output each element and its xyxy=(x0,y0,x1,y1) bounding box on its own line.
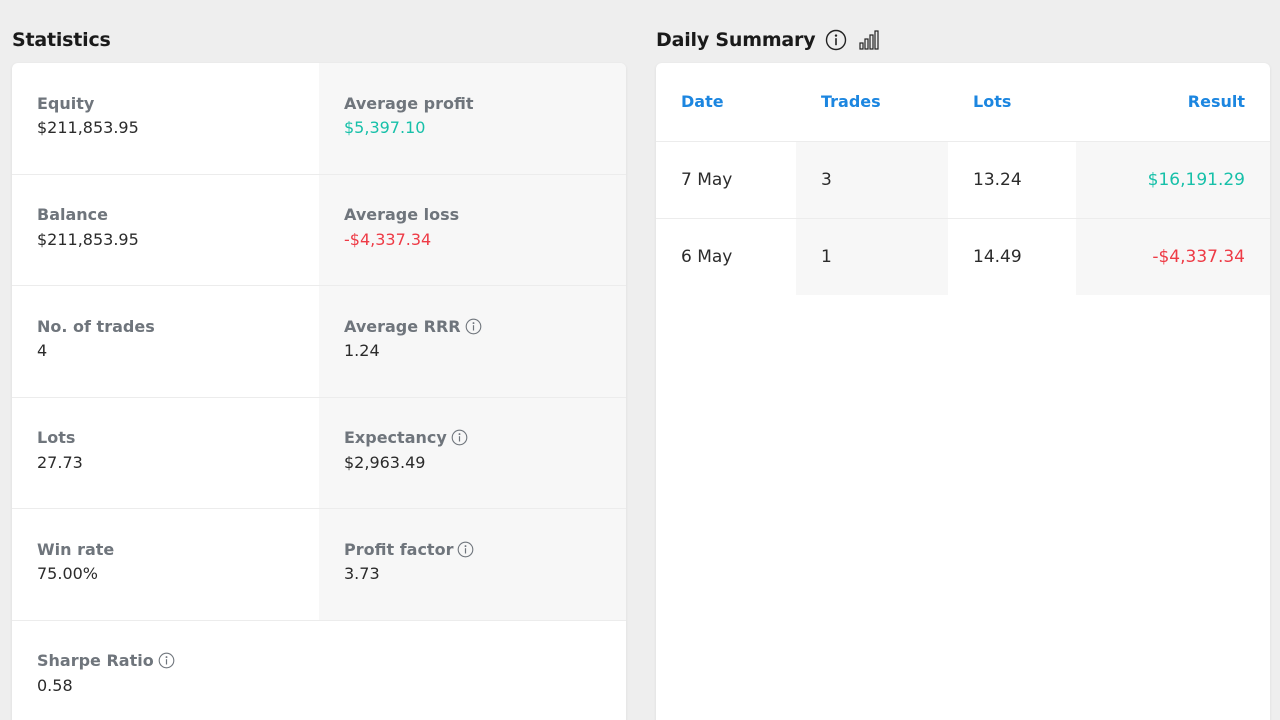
stat-average-profit: Average profit $5,397.10 xyxy=(319,63,626,175)
stat-value: -$4,337.34 xyxy=(344,229,432,249)
table-header-row: Date Trades Lots Result xyxy=(656,63,1270,142)
stat-label: Sharpe Ratio xyxy=(37,650,294,672)
stat-label-text: No. of trades xyxy=(37,316,155,336)
stat-label: Average RRR xyxy=(344,315,601,337)
info-icon[interactable] xyxy=(158,652,175,669)
stat-label: Lots xyxy=(37,427,294,449)
table-row[interactable]: 6 May 1 14.49 -$4,337.34 xyxy=(656,218,1270,295)
cell-result: -$4,337.34 xyxy=(1076,218,1270,295)
stat-label: Expectancy xyxy=(344,427,601,449)
statistics-title: Statistics xyxy=(12,29,111,51)
stat-value: $211,853.95 xyxy=(37,118,139,137)
cell-date: 7 May xyxy=(656,141,796,219)
stat-label-text: Win rate xyxy=(37,539,115,559)
cell-date: 6 May xyxy=(681,246,733,267)
stat-label-text: Profit factor xyxy=(344,539,454,559)
stat-value: $5,397.10 xyxy=(344,118,426,137)
stat-label: Equity xyxy=(37,92,294,114)
stat-balance: Balance $211,853.95 xyxy=(12,175,319,287)
column-header-result[interactable]: Result xyxy=(1076,63,1270,142)
stat-equity: Equity $211,853.95 xyxy=(12,63,319,175)
bar-chart-icon[interactable] xyxy=(857,29,880,51)
stat-no-of-trades: No. of trades 4 xyxy=(12,286,319,398)
stat-label-text: Balance xyxy=(37,205,108,225)
stat-sharpe-ratio: Sharpe Ratio 0.58 xyxy=(12,621,319,720)
stat-value: 27.73 xyxy=(37,452,83,472)
stat-average-rrr: Average RRR 1.24 xyxy=(319,286,626,398)
stat-label: Profit factor xyxy=(344,538,601,560)
stat-value: 3.73 xyxy=(344,564,380,584)
stat-label-text: Average profit xyxy=(344,93,474,113)
stat-win-rate: Win rate 75.00% xyxy=(12,509,319,621)
stat-label: Average loss xyxy=(344,204,601,226)
statistics-card: Equity $211,853.95 Average profit $5,397.10… xyxy=(12,63,626,720)
stat-value: 75.00% xyxy=(37,564,99,584)
stat-value: $2,963.49 xyxy=(344,452,426,472)
cell-lots: 14.49 xyxy=(973,246,1022,267)
stat-label: No. of trades xyxy=(37,315,294,337)
cell-trades: 3 xyxy=(796,141,948,219)
stat-label: Win rate xyxy=(37,538,294,560)
column-header-trades[interactable]: Trades xyxy=(796,63,948,142)
daily-summary-card: Date Trades Lots Result 7 May 3 13.24 $16,1… xyxy=(656,63,1270,720)
stat-label-text: Equity xyxy=(37,93,95,113)
stat-label-text: Lots xyxy=(37,428,76,448)
stat-expectancy: Expectancy $2,963.49 xyxy=(319,397,626,510)
daily-summary-title-text: Daily Summary xyxy=(656,29,816,51)
stat-label: Average profit xyxy=(344,92,601,114)
stat-value: 4 xyxy=(37,341,48,361)
info-icon[interactable] xyxy=(457,541,474,558)
stat-label-text: Average loss xyxy=(344,205,460,225)
stat-profit-factor: Profit factor 3.73 xyxy=(319,509,626,621)
info-icon[interactable] xyxy=(451,429,468,446)
column-header-date[interactable]: Date xyxy=(656,63,796,142)
stat-lots: Lots 27.73 xyxy=(12,398,319,510)
table-row[interactable]: 7 May 3 13.24 $16,191.29 xyxy=(656,141,1270,219)
info-icon[interactable] xyxy=(825,29,847,51)
stat-average-loss: Average loss -$4,337.34 xyxy=(319,174,626,287)
stat-label-text: Average RRR xyxy=(344,316,461,336)
stat-label-text: Expectancy xyxy=(344,428,447,448)
daily-summary-title: Daily Summary xyxy=(656,29,880,51)
info-icon[interactable] xyxy=(465,318,482,335)
cell-lots: 13.24 xyxy=(948,141,1076,219)
statistics-grid: Equity $211,853.95 Average profit $5,397.10… xyxy=(12,63,626,720)
column-header-lots[interactable]: Lots xyxy=(948,63,1076,142)
cell-result: $16,191.29 xyxy=(1076,141,1270,219)
stat-value: 1.24 xyxy=(344,341,380,361)
stat-label-text: Sharpe Ratio xyxy=(37,651,154,671)
stat-value: 0.58 xyxy=(37,675,73,695)
daily-summary-body: 7 May 3 13.24 $16,191.29 6 May 1 14.49 -$4,337.… xyxy=(656,141,1270,295)
stat-value: $211,853.95 xyxy=(37,229,139,249)
statistics-title-text: Statistics xyxy=(12,29,111,51)
cell-trades: 1 xyxy=(796,218,948,295)
daily-summary-table: Date Trades Lots Result 7 May 3 13.24 $16,1… xyxy=(656,63,1270,295)
stat-label: Balance xyxy=(37,204,294,226)
